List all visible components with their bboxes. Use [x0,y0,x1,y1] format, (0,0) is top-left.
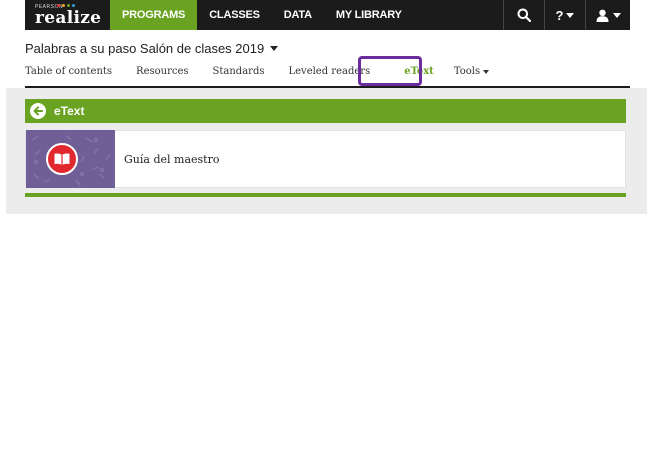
item-thumbnail [26,130,115,188]
chevron-down-icon [270,46,279,51]
nav-data[interactable]: DATA [272,0,324,30]
realize-logo[interactable]: PEARSON realize [25,0,110,30]
etext-item-card[interactable]: Guía del maestro [25,130,626,188]
search-button[interactable] [503,0,544,30]
program-selector[interactable]: Palabras a su paso Salón de clases 2019 [25,41,279,56]
section-title: eText [54,104,85,118]
back-arrow-icon [33,106,43,116]
nav-classes[interactable]: CLASSES [197,0,272,30]
help-icon: ? [555,7,564,23]
user-menu-button[interactable] [585,0,630,30]
brand-name: realize [35,8,102,28]
chevron-down-icon [483,69,490,74]
brand-dots [57,4,75,7]
nav-programs[interactable]: PROGRAMS [110,0,198,30]
book-badge [46,143,78,175]
book-icon [54,153,70,165]
nav-my-library[interactable]: MY LIBRARY [324,0,414,30]
program-tabs: Table of contents Resources Standards Le… [25,66,513,77]
tab-tools[interactable]: Tools [453,66,490,77]
search-icon [517,8,531,22]
tab-standards[interactable]: Standards [213,66,265,77]
back-button[interactable] [30,103,46,119]
program-header: Palabras a su paso Salón de clases 2019 … [25,30,630,86]
chevron-down-icon [566,12,575,18]
top-navbar: PEARSON realize PROGRAMS CLASSES DATA MY… [25,0,630,30]
tab-table-of-contents[interactable]: Table of contents [25,66,112,77]
section-bottom-bar [25,193,626,197]
chevron-down-icon [612,12,621,18]
item-title: Guía del maestro [124,152,220,166]
etext-tab-highlight [358,56,422,86]
tab-resources[interactable]: Resources [136,66,188,77]
tab-tools-label: Tools [453,66,481,77]
user-icon [596,9,608,22]
program-title: Palabras a su paso Salón de clases 2019 [25,41,265,56]
help-button[interactable]: ? [544,0,585,30]
etext-header-bar: eText [25,99,626,123]
